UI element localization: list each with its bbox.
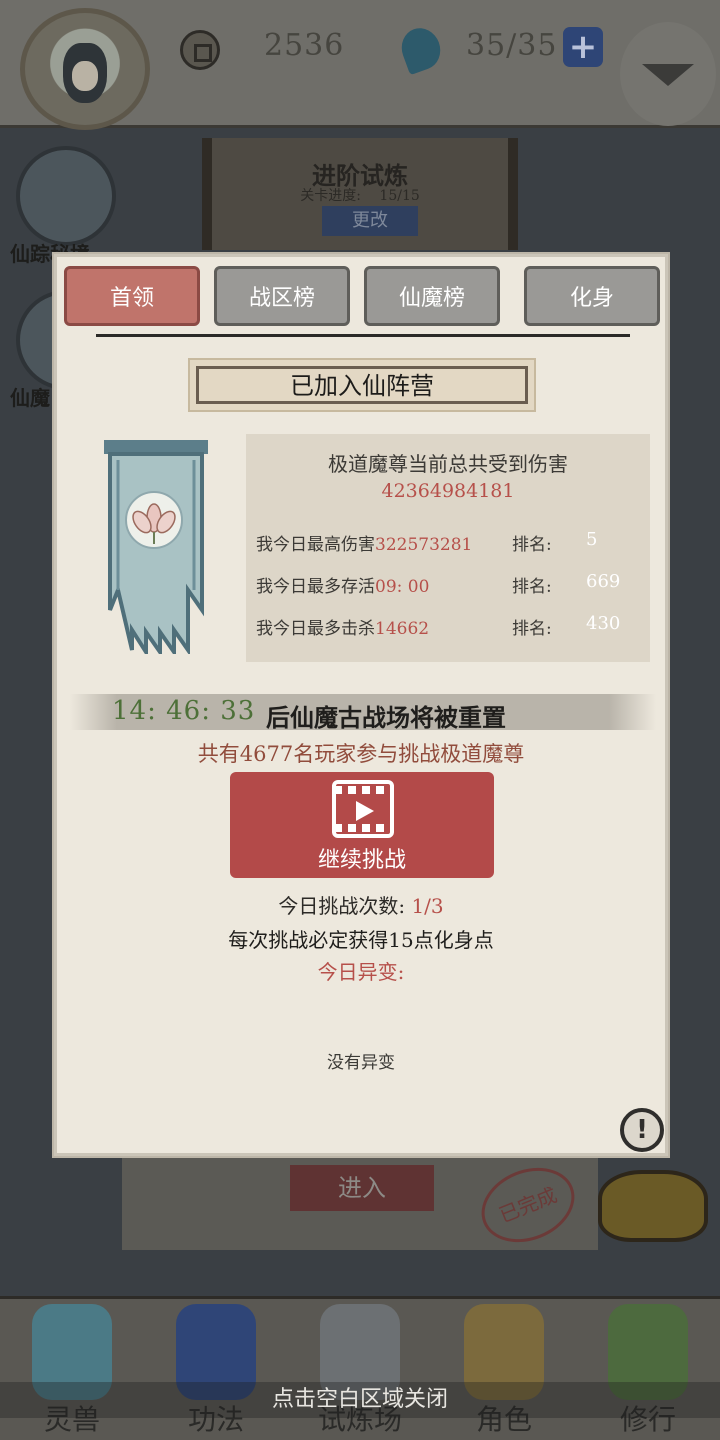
cauldron-icon[interactable] <box>598 1170 708 1242</box>
reset-countdown: 14: 46: 33 <box>112 696 256 726</box>
nav-trial-ground[interactable]: 试炼场 <box>288 1296 432 1440</box>
mutation-label: 今日异变: <box>317 960 405 984</box>
stage-banner: 进阶试炼 关卡进度: 15/15 更改 <box>202 138 518 250</box>
rank-value: 669 <box>586 571 621 592</box>
camp-status-plate: 已加入仙阵营 <box>188 358 536 412</box>
attempts-label: 今日挑战次数: <box>278 894 406 918</box>
avatar-face <box>72 61 98 91</box>
info-icon[interactable]: ! <box>620 1108 664 1152</box>
nav-character[interactable]: 角色 <box>432 1296 576 1440</box>
stat-label: 我今日最高伤害 <box>256 535 375 555</box>
camp-flag-icon <box>104 440 208 654</box>
total-damage: 42364984181 <box>381 480 515 502</box>
tab-immortal-demon-ranking[interactable]: 仙魔榜 <box>364 266 500 326</box>
stat-max-survival: 我今日最多存活09: 00 <box>256 572 429 597</box>
rank-value: 430 <box>586 613 621 634</box>
continue-challenge-button[interactable]: 继续挑战 <box>230 772 494 878</box>
tab-zone-ranking[interactable]: 战区榜 <box>214 266 350 326</box>
stat-value: 14662 <box>375 619 430 639</box>
reset-text: 后仙魔古战场将被重置 <box>266 703 506 732</box>
stat-value: 09: 00 <box>375 577 430 597</box>
rank-label: 排名: <box>512 577 552 597</box>
enter-button[interactable]: 进入 <box>290 1165 434 1211</box>
mutation-value: 没有异变 <box>327 1053 395 1073</box>
reward-text: 每次挑战必定获得15点化身点 <box>228 928 494 952</box>
stage-progress: 关卡进度: 15/15 <box>212 185 508 205</box>
secret-realm-icon[interactable] <box>16 146 116 246</box>
rank-label: 排名: <box>512 535 552 555</box>
attempts-row: 今日挑战次数: 1/3 <box>54 890 668 919</box>
close-hint[interactable]: 点击空白区域关闭 <box>0 1382 720 1418</box>
change-stage-button[interactable]: 更改 <box>322 206 418 236</box>
participants-text: 共有4677名玩家参与挑战极道魔尊 <box>197 742 525 766</box>
tab-boss[interactable]: 首领 <box>64 266 200 326</box>
energy-count: 35/35 <box>466 28 558 63</box>
challenge-label: 继续挑战 <box>317 848 406 873</box>
coin-icon <box>180 30 220 70</box>
stats-title: 极道魔尊当前总共受到伤害 <box>328 452 568 476</box>
stat-label: 我今日最多存活 <box>256 577 375 597</box>
damage-stats: 极道魔尊当前总共受到伤害 42364984181 我今日最高伤害32257328… <box>246 434 650 662</box>
stat-value: 322573281 <box>375 535 473 555</box>
rank-value: 5 <box>586 529 598 550</box>
nav-skills[interactable]: 功法 <box>144 1296 288 1440</box>
play-icon <box>356 801 374 821</box>
chevron-down-icon <box>642 64 694 86</box>
coin-count: 2536 <box>264 28 345 63</box>
tab-avatar[interactable]: 化身 <box>524 266 660 326</box>
immortal-demon-label: 仙魔 <box>10 386 50 410</box>
player-avatar[interactable] <box>20 8 150 130</box>
stage-progress-value: 15/15 <box>379 188 420 204</box>
boss-panel: 首领 战区榜 仙魔榜 化身 已加入仙阵营 极道魔尊当前总共受到伤害 423649… <box>52 252 670 1158</box>
dropdown-button[interactable] <box>620 22 716 126</box>
rank-label: 排名: <box>512 619 552 639</box>
tab-divider <box>96 334 630 337</box>
stat-max-kills: 我今日最多击杀14662 <box>256 614 429 639</box>
attempts-value: 1/3 <box>411 894 444 918</box>
nav-cultivation[interactable]: 修行 <box>576 1296 720 1440</box>
stage-progress-label: 关卡进度: <box>300 188 361 204</box>
stat-max-damage: 我今日最高伤害322573281 <box>256 530 472 555</box>
camp-status: 已加入仙阵营 <box>290 372 434 400</box>
add-energy-button[interactable]: + <box>563 27 603 67</box>
video-play-icon <box>332 780 394 838</box>
stat-label: 我今日最多击杀 <box>256 619 375 639</box>
nav-spirit-beast[interactable]: 灵兽 <box>0 1296 144 1440</box>
